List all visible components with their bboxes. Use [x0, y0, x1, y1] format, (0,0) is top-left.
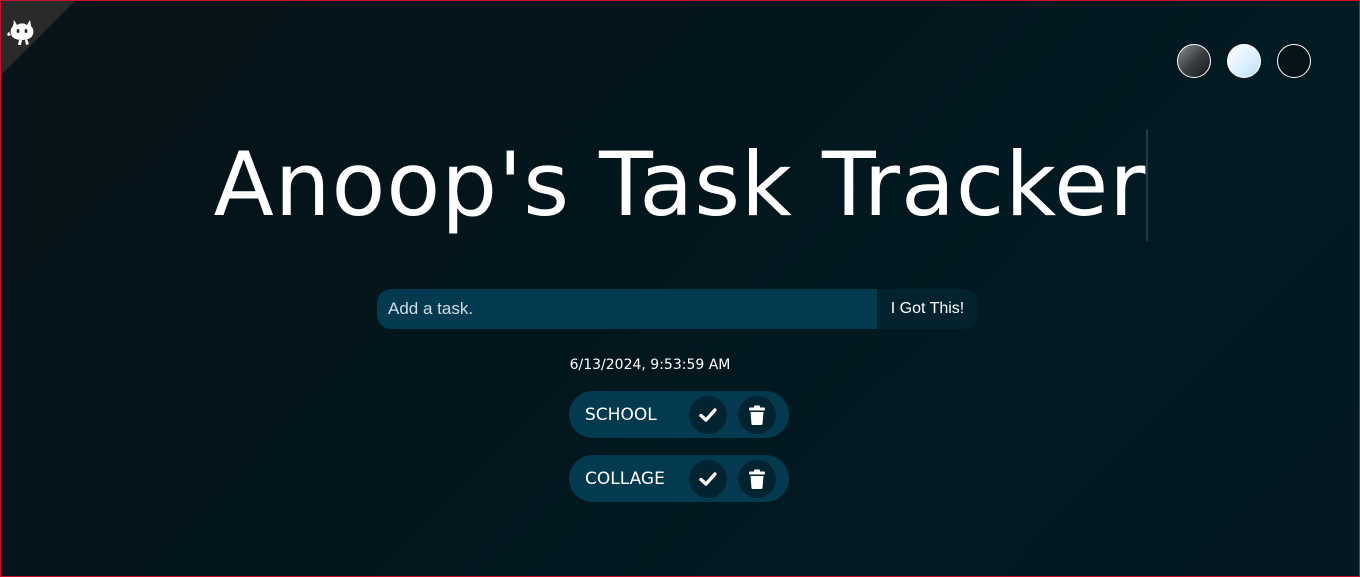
page-title: Anoop's Task Tracker	[214, 129, 1149, 241]
theme-light-button[interactable]	[1227, 44, 1261, 78]
app-page: Anoop's Task Tracker I Got This! 6/13/20…	[0, 0, 1360, 577]
github-octocat-icon[interactable]	[5, 13, 39, 47]
check-icon	[699, 471, 717, 486]
datetime-display: 6/13/2024, 9:53:59 AM	[569, 357, 731, 373]
theme-darker-button[interactable]	[1277, 44, 1311, 78]
todo-item: COLLAGE	[569, 455, 789, 502]
check-icon	[699, 407, 717, 422]
todo-list: SCHOOL COLLAGE	[569, 391, 789, 519]
trash-icon	[749, 405, 765, 425]
theme-selector	[1177, 44, 1311, 78]
add-task-form: I Got This!	[377, 289, 978, 329]
trash-icon	[749, 469, 765, 489]
title-container: Anoop's Task Tracker	[1, 129, 1359, 241]
delete-button[interactable]	[738, 459, 776, 498]
check-button[interactable]	[689, 395, 727, 434]
check-button[interactable]	[689, 459, 727, 498]
todo-item: SCHOOL	[569, 391, 789, 438]
todo-text: COLLAGE	[585, 468, 665, 489]
theme-standard-button[interactable]	[1177, 44, 1211, 78]
todo-text: SCHOOL	[585, 404, 657, 425]
submit-task-button[interactable]: I Got This!	[877, 289, 978, 329]
delete-button[interactable]	[738, 395, 776, 434]
task-input[interactable]	[377, 289, 877, 329]
